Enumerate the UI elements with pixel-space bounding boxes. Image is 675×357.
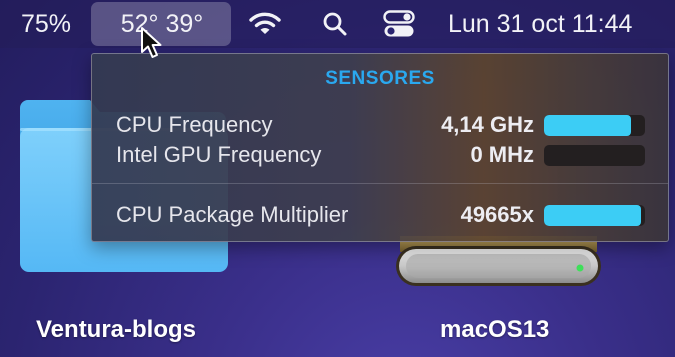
sensor-row-gpu-frequency: Intel GPU Frequency 0 MHz	[92, 140, 668, 170]
wifi-icon[interactable]	[249, 0, 281, 48]
sensor-level-bar	[544, 115, 645, 136]
desktop-item-label-ventura-blogs[interactable]: Ventura-blogs	[36, 316, 196, 344]
sensor-name: Intel GPU Frequency	[116, 142, 322, 167]
sensor-value: 49665x	[460, 202, 534, 227]
sensor-level-fill	[544, 205, 641, 226]
mouse-pointer-icon	[140, 26, 166, 60]
battery-percentage[interactable]: 75%	[21, 0, 71, 48]
popover-divider	[92, 183, 668, 184]
sensor-row-cpu-frequency: CPU Frequency 4,14 GHz	[92, 110, 668, 140]
hard-disk-icon[interactable]	[396, 236, 601, 286]
menu-bar: 75% 52° 39° Lun 31 oct 11:44	[0, 0, 675, 48]
sensor-name: CPU Frequency	[116, 112, 273, 137]
control-center-icon[interactable]	[383, 0, 415, 48]
sensor-level-fill	[544, 115, 631, 136]
desktop-item-label-macos13[interactable]: macOS13	[440, 316, 549, 344]
sensor-row-cpu-package-multiplier: CPU Package Multiplier 49665x	[92, 200, 668, 230]
sensor-value: 0 MHz	[470, 142, 534, 167]
sensor-level-bar	[544, 145, 645, 166]
search-icon[interactable]	[320, 0, 350, 48]
menu-bar-clock[interactable]: Lun 31 oct 11:44	[448, 0, 632, 48]
popover-title: SENSORES	[325, 68, 435, 89]
sensor-value: 4,14 GHz	[441, 112, 534, 137]
sensor-level-bar	[544, 205, 645, 226]
sensors-popover: SENSORES CPU Frequency 4,14 GHz Intel GP…	[91, 53, 669, 242]
sensor-name: CPU Package Multiplier	[116, 202, 349, 227]
